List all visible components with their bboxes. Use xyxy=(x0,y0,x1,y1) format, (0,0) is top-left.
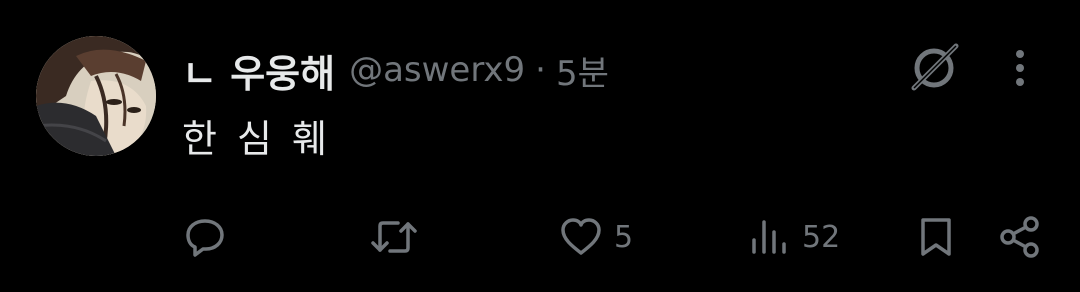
reply-button[interactable] xyxy=(184,212,226,262)
heart-icon xyxy=(558,216,604,258)
views-count: 52 xyxy=(802,219,841,255)
retweet-button[interactable] xyxy=(370,212,418,262)
like-button[interactable]: 5 xyxy=(558,212,633,262)
tweet-text: 한 심 훼 xyxy=(182,117,332,161)
display-name[interactable]: ㄴ 우웅해 xyxy=(182,43,335,98)
share-icon xyxy=(998,215,1042,259)
timestamp[interactable]: 5분 xyxy=(556,46,609,95)
views-button[interactable]: 52 xyxy=(748,212,840,262)
user-handle[interactable]: @aswerx9 xyxy=(349,50,525,90)
retweet-icon xyxy=(370,216,418,258)
avatar[interactable] xyxy=(36,36,156,156)
grok-button[interactable] xyxy=(906,40,962,96)
analytics-icon xyxy=(748,216,792,258)
more-options-icon xyxy=(1015,48,1025,88)
reply-icon xyxy=(184,216,226,258)
like-count: 5 xyxy=(614,219,634,255)
tweet[interactable]: ㄴ 우웅해 @aswerx9 · 5분 한 심 훼 5 52 xyxy=(0,0,1080,292)
bookmark-icon xyxy=(916,216,956,258)
more-options-button[interactable] xyxy=(1004,40,1036,96)
bookmark-button[interactable] xyxy=(916,212,956,262)
grok-icon xyxy=(908,42,960,94)
tweet-header: ㄴ 우웅해 @aswerx9 · 5분 xyxy=(182,42,609,98)
share-button[interactable] xyxy=(998,212,1042,262)
separator-dot: · xyxy=(535,50,546,90)
